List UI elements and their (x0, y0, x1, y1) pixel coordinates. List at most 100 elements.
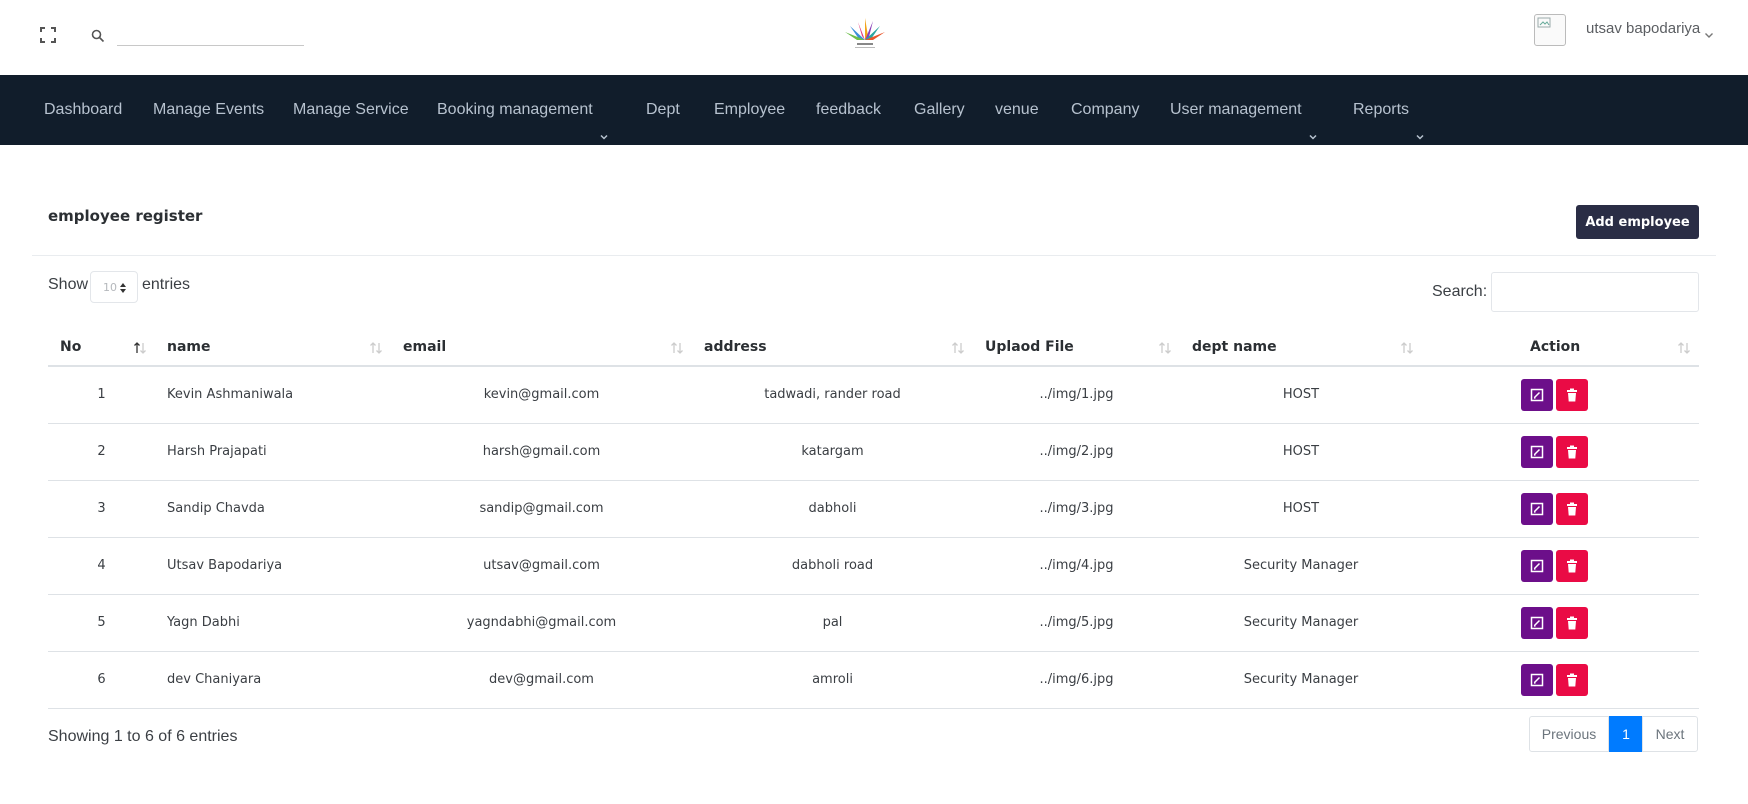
search-icon (91, 28, 105, 43)
trash-icon (1567, 502, 1577, 515)
employee-address: dabholi (692, 480, 973, 538)
nav-item-user-management[interactable]: User management (1170, 75, 1318, 145)
nav-item-company[interactable]: Company (1071, 75, 1139, 145)
trash-icon (1567, 559, 1577, 572)
nav-item-label: Company (1071, 101, 1140, 118)
employee-name: Kevin Ashmaniwala (155, 366, 391, 424)
employee-email: harsh@gmail.com (391, 423, 692, 481)
nav-item-gallery[interactable]: Gallery (914, 75, 965, 145)
page-1-button[interactable]: 1 (1609, 716, 1643, 752)
nav-item-label: Gallery (914, 101, 965, 118)
chevron-down-icon (1308, 103, 1318, 140)
user-name[interactable]: utsav bapodariya (1586, 20, 1700, 37)
nav-item-booking-management[interactable]: Booking management (437, 75, 609, 145)
trash-icon (1567, 445, 1577, 458)
nav-item-dept[interactable]: Dept (646, 75, 680, 145)
sort-icon (369, 341, 383, 355)
employee-email: yagndabhi@gmail.com (391, 594, 692, 652)
add-employee-button[interactable]: Add employee (1576, 205, 1699, 239)
edit-button[interactable] (1521, 549, 1553, 582)
trash-icon (1567, 673, 1577, 686)
employee-name: Utsav Bapodariya (155, 537, 391, 595)
nav-item-label: Dashboard (44, 101, 123, 118)
nav-item-dashboard[interactable]: Dashboard (44, 75, 122, 145)
nav-item-label: venue (995, 101, 1039, 118)
avatar[interactable] (1534, 14, 1566, 46)
table-header-row: No name email address Uplaod File dept n… (48, 328, 1699, 367)
column-label: No (60, 338, 82, 355)
sort-icon (1677, 341, 1691, 355)
employee-file: ../img/2.jpg (973, 423, 1180, 481)
nav-item-manage-service[interactable]: Manage Service (293, 75, 409, 145)
column-header-dept-name[interactable]: dept name (1180, 328, 1422, 367)
nav-item-employee[interactable]: Employee (714, 75, 785, 145)
entries-select[interactable]: 10 (90, 271, 138, 303)
delete-button[interactable] (1556, 435, 1588, 468)
edit-button[interactable] (1521, 492, 1553, 525)
row-actions (1422, 423, 1699, 481)
previous-page-button[interactable]: Previous (1529, 716, 1609, 752)
employee-dept: Security Manager (1180, 594, 1422, 652)
table-row: 3 Sandip Chavda sandip@gmail.com dabholi ../… (48, 480, 1699, 538)
table-row: 1 Kevin Ashmaniwala kevin@gmail.com tadwadi… (48, 366, 1699, 424)
table-info: Showing 1 to 6 of 6 entries (48, 728, 238, 745)
delete-button[interactable] (1556, 492, 1588, 525)
edit-icon (1530, 673, 1544, 686)
edit-button[interactable] (1521, 435, 1553, 468)
edit-icon (1530, 559, 1544, 572)
column-header-email[interactable]: email (391, 328, 692, 367)
employee-email: utsav@gmail.com (391, 537, 692, 595)
column-header-no[interactable]: No (48, 328, 155, 367)
edit-icon (1530, 616, 1544, 629)
column-label: Uplaod File (985, 338, 1074, 355)
column-header-address[interactable]: address (692, 328, 973, 367)
employee-email: dev@gmail.com (391, 651, 692, 709)
table-row: 5 Yagn Dabhi yagndabhi@gmail.com pal ../img/… (48, 594, 1699, 652)
column-header-name[interactable]: name (155, 328, 391, 367)
row-actions (1422, 480, 1699, 538)
select-arrows-icon (119, 282, 127, 294)
nav-item-feedback[interactable]: feedback (816, 75, 881, 145)
table-row: 6 dev Chaniyara dev@gmail.com amroli ../img/… (48, 651, 1699, 709)
nav-item-manage-events[interactable]: Manage Events (153, 75, 264, 145)
sort-icon (951, 341, 965, 355)
top-bar: utsav bapodariya (0, 0, 1748, 75)
edit-button[interactable] (1521, 378, 1553, 411)
company-logo (842, 16, 888, 52)
employee-dept: HOST (1180, 423, 1422, 481)
nav-item-venue[interactable]: venue (995, 75, 1039, 145)
entries-value: 10 (103, 281, 117, 294)
column-header-action[interactable]: Action (1422, 328, 1699, 367)
nav-item-label: Reports (1353, 101, 1410, 118)
sort-icon (1400, 341, 1414, 355)
delete-button[interactable] (1556, 606, 1588, 639)
nav-item-reports[interactable]: Reports (1353, 75, 1425, 145)
row-number: 3 (48, 480, 155, 538)
chevron-down-icon[interactable] (1704, 25, 1714, 38)
column-label: name (167, 338, 211, 355)
edit-button[interactable] (1521, 606, 1553, 639)
table-search-input[interactable] (1491, 272, 1699, 312)
page-title: employee register (48, 207, 203, 225)
next-page-button[interactable]: Next (1642, 716, 1698, 752)
delete-button[interactable] (1556, 378, 1588, 411)
employee-file: ../img/1.jpg (973, 366, 1180, 424)
employee-file: ../img/6.jpg (973, 651, 1180, 709)
edit-button[interactable] (1521, 663, 1553, 696)
table-row: 2 Harsh Prajapati harsh@gmail.com katargam.… (48, 423, 1699, 481)
employee-dept: Security Manager (1180, 651, 1422, 709)
delete-button[interactable] (1556, 549, 1588, 582)
top-search-input[interactable] (117, 26, 304, 46)
delete-button[interactable] (1556, 663, 1588, 696)
show-label: Show (48, 276, 89, 293)
column-label: address (704, 338, 767, 355)
row-actions (1422, 594, 1699, 652)
employee-file: ../img/5.jpg (973, 594, 1180, 652)
employee-name: Harsh Prajapati (155, 423, 391, 481)
employee-address: katargam (692, 423, 973, 481)
column-header-upload-file[interactable]: Uplaod File (973, 328, 1180, 367)
employee-email: kevin@gmail.com (391, 366, 692, 424)
pagination: Previous 1 Next (1529, 716, 1698, 752)
fullscreen-icon[interactable] (40, 27, 56, 43)
row-actions (1422, 651, 1699, 709)
